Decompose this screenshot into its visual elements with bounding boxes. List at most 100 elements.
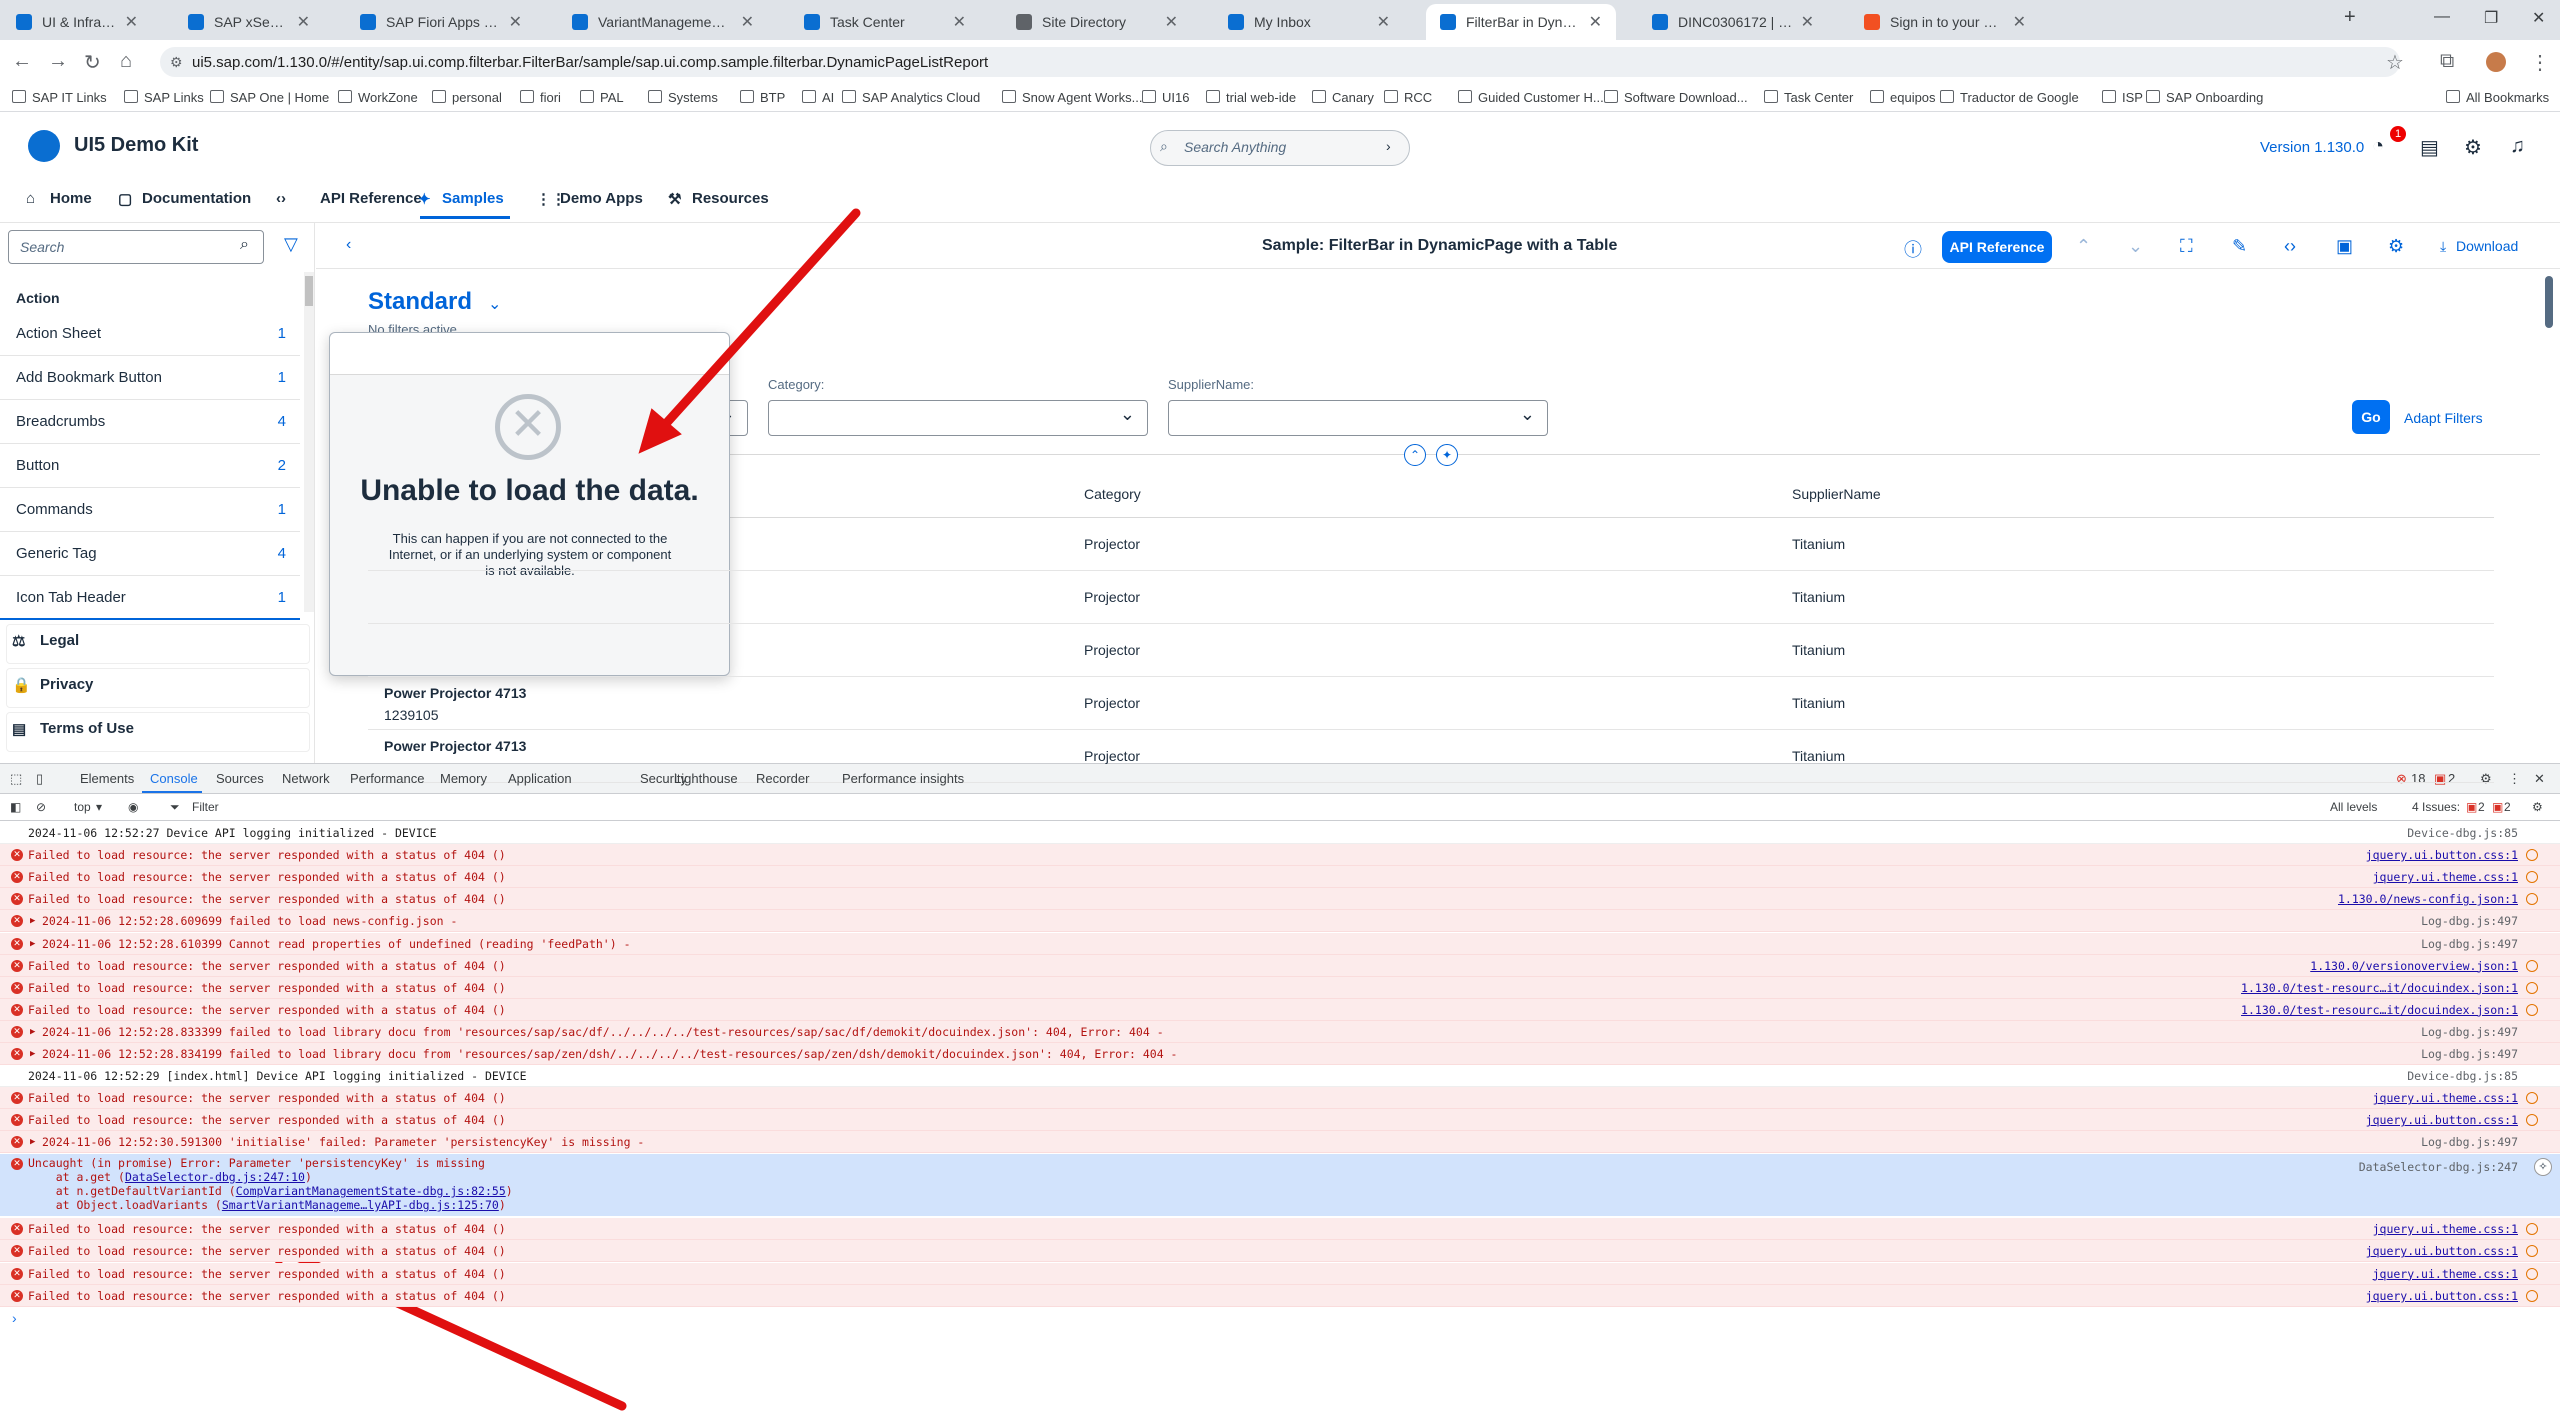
insight-icon[interactable]	[2526, 893, 2538, 906]
issues-error-count[interactable]: 2	[2478, 800, 2485, 814]
console-settings-icon[interactable]: ⚙	[2532, 800, 2543, 814]
download-link[interactable]: Download	[2456, 238, 2518, 254]
footer-link-terms-of-use[interactable]: Terms of Use	[40, 720, 134, 737]
stack-link-1[interactable]: DataSelector-dbg.js:247:10	[125, 1170, 305, 1184]
console-log-entry[interactable]: 2024-11-06 12:52:27 Device API logging i…	[0, 822, 2560, 844]
browser-tab[interactable]: FilterBar in DynamicPage with ✕	[1426, 4, 1616, 40]
bookmark-item[interactable]: ISP	[2102, 90, 2143, 105]
sidebar-toggle-icon[interactable]: ◧	[10, 800, 21, 814]
log-source-link[interactable]: jquery.ui.theme.css:1	[2373, 866, 2518, 888]
tab-close-icon[interactable]: ✕	[953, 12, 966, 32]
wrench-icon[interactable]: ✎	[2232, 236, 2247, 257]
live-expression-eye-icon[interactable]: ◉	[128, 800, 138, 814]
log-source-link[interactable]: jquery.ui.theme.css:1	[2373, 1263, 2518, 1285]
devtools-tab-network[interactable]: Network	[282, 771, 330, 786]
tab-close-icon[interactable]: ✕	[741, 12, 754, 32]
download-icon[interactable]: ⤓	[2440, 238, 2446, 255]
console-log-entry[interactable]: ✕ Failed to load resource: the server res…	[0, 866, 2560, 889]
console-log-entry[interactable]: ✕ ▶ 2024-11-06 12:52:30.591300 'initialise…	[0, 1131, 2560, 1154]
settings-icon[interactable]: ⚙	[2464, 135, 2482, 160]
insight-icon[interactable]	[2526, 849, 2538, 862]
site-info-icon[interactable]: ⚙	[170, 54, 183, 71]
bookmark-item[interactable]: SAP Analytics Cloud	[842, 90, 980, 105]
news-icon[interactable]: ◔	[2372, 135, 2384, 158]
forward-icon[interactable]: →	[48, 50, 68, 73]
log-source-link[interactable]: 1.130.0/versionoverview.json:1	[2310, 955, 2518, 977]
console-log-entry[interactable]: ✕ Failed to load resource: the server res…	[0, 1109, 2560, 1132]
bookmark-item[interactable]: Task Center	[1764, 90, 1853, 105]
bookmark-icon[interactable]: ▣	[2336, 236, 2353, 257]
browser-tab[interactable]: Sign in to your account ✕	[1850, 4, 2040, 40]
bookmark-item[interactable]: Traductor de Google	[1940, 90, 2079, 105]
tab-close-icon[interactable]: ✕	[2013, 12, 2026, 32]
console-log-entry[interactable]: ✕ Failed to load resource: the server res…	[0, 1087, 2560, 1110]
next-sample-icon[interactable]: ⌄	[2128, 236, 2143, 257]
insight-icon[interactable]	[2526, 959, 2538, 972]
browser-tab[interactable]: My Inbox ✕	[1214, 4, 1404, 40]
insight-icon[interactable]	[2526, 1114, 2538, 1127]
footer-link-legal[interactable]: Legal	[40, 632, 79, 649]
expand-triangle-icon[interactable]: ▶	[30, 933, 35, 955]
variant-title[interactable]: Standard	[368, 288, 472, 316]
log-source-link[interactable]: Log-dbg.js:497	[2421, 1043, 2518, 1065]
back-icon[interactable]: ←	[12, 50, 32, 73]
stack-link-2[interactable]: CompVariantManagementState-dbg.js:82:55	[236, 1184, 506, 1198]
sidebar-scroll-thumb[interactable]	[305, 276, 313, 306]
console-log-entry[interactable]: ✕ Failed to load resource: the server res…	[0, 1284, 2560, 1307]
go-button[interactable]: Go	[2352, 400, 2390, 434]
console-log-entry[interactable]: 2024-11-06 12:52:29 [index.html] Device …	[0, 1065, 2560, 1088]
devtools-tab-performance-insights[interactable]: Performance insights	[842, 771, 964, 786]
tab-close-icon[interactable]: ✕	[1801, 12, 1814, 32]
filter-icon[interactable]: ▽	[284, 234, 298, 255]
tab-close-icon[interactable]: ✕	[297, 12, 310, 32]
all-bookmarks[interactable]: All Bookmarks	[2446, 90, 2549, 105]
nav-tab-samples[interactable]: Samples	[442, 190, 504, 207]
devtools-menu-icon[interactable]: ⋮	[2508, 771, 2521, 787]
devtools-tab-application[interactable]: Application	[508, 771, 572, 786]
devtools-close-icon[interactable]: ✕	[2534, 771, 2545, 787]
collapse-header-icon[interactable]: ⌃	[1404, 444, 1426, 466]
adapt-filters-link[interactable]: Adapt Filters	[2404, 410, 2483, 426]
uncaught-source[interactable]: DataSelector-dbg.js:247	[2359, 1160, 2518, 1174]
devtools-tab-console[interactable]: Console	[150, 771, 198, 786]
insight-icon[interactable]	[2526, 871, 2538, 884]
uncaught-error-entry[interactable]: ✕ Uncaught (in promise) Error: Parameter…	[0, 1154, 2560, 1216]
expand-triangle-icon[interactable]: ▶	[30, 1043, 35, 1065]
devtools-tab-recorder[interactable]: Recorder	[756, 771, 809, 786]
restore-icon[interactable]: ❐	[2484, 8, 2498, 28]
bookmark-item[interactable]: SAP IT Links	[12, 90, 107, 105]
chevron-down-icon[interactable]: ⌄	[488, 294, 501, 314]
log-source-link[interactable]: jquery.ui.button.css:1	[2366, 1109, 2518, 1131]
log-source-link[interactable]: Log-dbg.js:497	[2421, 933, 2518, 955]
table-row[interactable]	[368, 677, 2494, 729]
sidebar-scrollbar[interactable]	[304, 272, 314, 612]
tab-close-icon[interactable]: ✕	[1377, 12, 1390, 32]
devtools-tab-lighthouse[interactable]: Lighthouse	[674, 771, 738, 786]
sidebar-item[interactable]: Add Bookmark Button 1	[0, 356, 300, 400]
log-source-link[interactable]: Device-dbg.js:85	[2407, 1065, 2518, 1087]
previous-sample-icon[interactable]: ⌃	[2076, 236, 2091, 257]
bookmark-item[interactable]: trial web-ide	[1206, 90, 1296, 105]
table-row[interactable]	[368, 571, 2494, 623]
table-row[interactable]	[368, 518, 2494, 570]
insight-icon[interactable]	[2526, 1267, 2538, 1280]
nav-tab-documentation[interactable]: Documentation	[142, 190, 251, 207]
sidebar-item[interactable]: Generic Tag 4	[0, 532, 300, 576]
page-scroll-thumb[interactable]	[2545, 276, 2553, 328]
insight-icon[interactable]	[2526, 1289, 2538, 1302]
bookmark-item[interactable]: Software Download...	[1604, 90, 1748, 105]
nav-tab-resources[interactable]: Resources	[692, 190, 769, 207]
back-chevron-icon[interactable]: ‹	[346, 236, 351, 254]
bookmark-item[interactable]: Systems	[648, 90, 718, 105]
browser-tab[interactable]: VariantManagement using de ✕	[558, 4, 768, 40]
devtools-tab-memory[interactable]: Memory	[440, 771, 487, 786]
console-log-entry[interactable]: ✕ Failed to load resource: the server res…	[0, 844, 2560, 867]
sidebar-item[interactable]: Commands 1	[0, 488, 300, 532]
expand-triangle-icon[interactable]: ▶	[30, 1131, 35, 1153]
bookmark-item[interactable]: UI16	[1142, 90, 1189, 105]
version-link[interactable]: Version 1.130.0	[2260, 139, 2364, 156]
log-source-link[interactable]: Log-dbg.js:497	[2421, 910, 2518, 932]
log-source-link[interactable]: Log-dbg.js:497	[2421, 1131, 2518, 1153]
extensions-icon[interactable]: ⧉	[2440, 50, 2454, 73]
browser-tab[interactable]: SAP Fiori Apps Reference Libr ✕	[346, 4, 536, 40]
